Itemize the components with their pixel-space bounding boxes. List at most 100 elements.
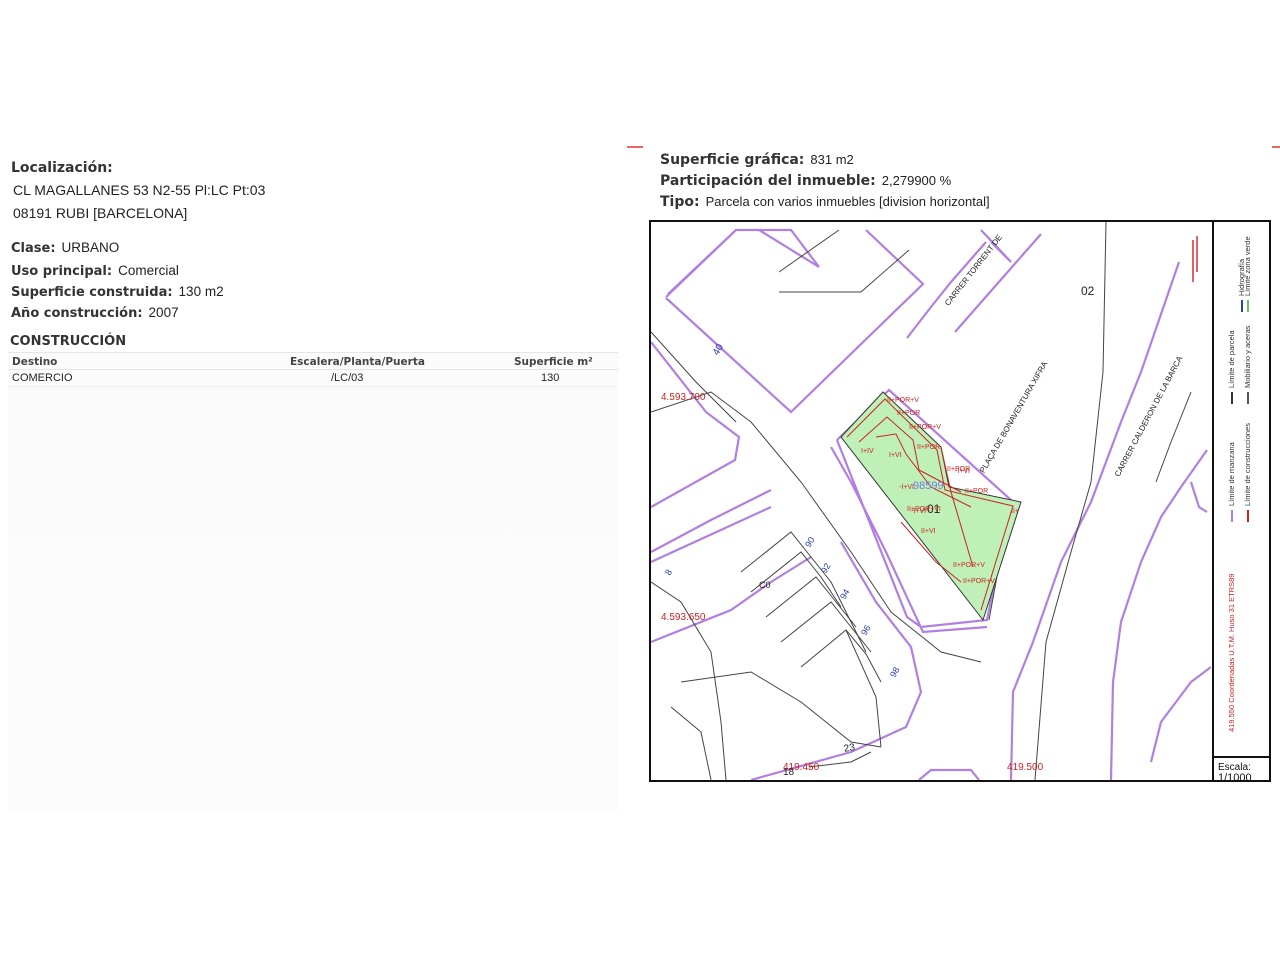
floor-label: I+VI	[889, 452, 902, 459]
floor-label: II+POR+V	[887, 397, 919, 404]
legend-swatch	[1246, 510, 1249, 522]
td-destino: COMERCIO	[12, 372, 73, 384]
legend-divider	[1212, 222, 1214, 780]
parcel-number: 23	[843, 742, 856, 755]
sup-grafica-row: Superficie gráfica: 831 m2	[660, 151, 854, 168]
clase-row: Clase: URBANO	[11, 240, 119, 256]
tipo-row: Tipo: Parcela con varios inmuebles [divis…	[660, 193, 990, 210]
legend-swatch	[1246, 300, 1249, 312]
cadastral-map[interactable]: CARRER TORRENT DE PLAÇA DE BONAVENTURA XI…	[649, 220, 1271, 784]
block-line	[1009, 261, 1181, 780]
parcel-line	[800, 629, 882, 683]
legend-item: Límite zona verde	[1243, 236, 1252, 312]
block-line	[651, 556, 812, 644]
floor-label: II+POR	[917, 444, 941, 451]
parcel-line	[779, 249, 910, 293]
coord-x2: 419.500	[1007, 762, 1044, 773]
parcel-number: 18	[783, 767, 795, 778]
floor-label: II+POR+V	[963, 578, 995, 585]
address-line-1: CL MAGALLANES 53 N2-55 Pl:LC Pt:03	[13, 182, 266, 198]
coord-utm: 419.550 Coordenadas U.T.M. Huso 31 ETRS8…	[1227, 573, 1236, 732]
floor-label: II+	[1011, 508, 1019, 515]
scale-box: Escala: 1/1000	[1214, 756, 1271, 784]
table-row-divider	[8, 386, 618, 387]
block-line	[651, 341, 741, 508]
floor-label: II+POR+V	[953, 562, 985, 569]
parcel-line	[680, 671, 882, 748]
block-line	[1149, 666, 1211, 763]
ano-label: Año construcción:	[11, 306, 143, 321]
parcel-ref: 98599	[913, 480, 944, 492]
coord-y2: 4.593.650	[661, 612, 706, 623]
superficie-value: 130 m2	[178, 284, 224, 299]
uso-label: Uso principal:	[11, 264, 113, 279]
participacion-label: Participación del inmueble:	[660, 173, 876, 189]
ano-row: Año construcción: 2007	[11, 305, 179, 321]
map-drawing	[651, 222, 1211, 780]
superficie-label: Superficie construida:	[11, 285, 173, 300]
hydro-marks	[1192, 236, 1198, 282]
floor-label: II+VI	[921, 528, 936, 535]
legend-label: Límite de manzana	[1227, 442, 1236, 506]
td-superficie: 130	[541, 372, 560, 384]
legend-label: Límite zona verde	[1243, 236, 1252, 296]
legend-label: Mobiliario y aceras	[1243, 325, 1252, 388]
parcel-number: 02	[1081, 284, 1095, 298]
corner-mark-right	[1272, 146, 1280, 148]
td-escalera: /LC/03	[331, 372, 364, 384]
coord-y1: 4.593.700	[661, 392, 706, 403]
floor-label: II+POR	[965, 488, 989, 495]
address-line-2: 08191 RUBI [BARCELONA]	[13, 205, 188, 221]
uso-value: Comercial	[118, 263, 179, 278]
floor-label: I+IV	[861, 448, 874, 455]
parcel-line	[778, 229, 840, 273]
superficie-row: Superficie construida: 130 m2	[11, 284, 224, 300]
uso-row: Uso principal: Comercial	[11, 263, 179, 279]
floor-label: -I+VI	[911, 508, 926, 515]
block-line	[667, 229, 737, 295]
legend-label: Límite de parcela	[1227, 330, 1236, 388]
block-line	[906, 241, 987, 339]
floor-label: II+POR	[897, 410, 921, 417]
legend-label: Límite de construcciones	[1243, 423, 1252, 506]
th-superficie: Superficie m²	[514, 356, 593, 368]
floor-label: -I+VI	[899, 484, 914, 491]
sup-grafica-value: 831 m2	[810, 152, 854, 167]
parcel-line	[1155, 391, 1192, 483]
table-divider	[8, 369, 618, 370]
block-line	[651, 506, 772, 563]
legend-swatch	[1246, 392, 1249, 404]
parcel-line	[670, 706, 712, 780]
participacion-value: 2,279900 %	[881, 173, 952, 188]
corner-mark-left	[627, 146, 643, 148]
legend-swatch	[1230, 510, 1233, 522]
block-line	[665, 228, 820, 298]
legend-swatch	[1230, 392, 1233, 404]
th-destino: Destino	[12, 356, 58, 368]
floor-label: -I+VI	[955, 468, 970, 475]
legend-item: Límite de manzana	[1227, 442, 1236, 522]
legend-item: Límite de construcciones	[1243, 423, 1252, 522]
ano-value: 2007	[148, 305, 179, 320]
participacion-row: Participación del inmueble: 2,279900 %	[660, 172, 951, 189]
parcel-line	[765, 576, 857, 628]
block-line	[665, 229, 925, 414]
legend-item: Mobiliario y aceras	[1243, 325, 1252, 404]
clase-value: URBANO	[61, 240, 120, 255]
th-escalera: Escalera/Planta/Puerta	[290, 356, 425, 368]
tipo-value: Parcela con varios inmuebles [division h…	[705, 194, 990, 209]
parcel-line	[1034, 222, 1107, 780]
clase-label: Clase:	[11, 241, 56, 256]
block-line	[651, 489, 772, 553]
construccion-title: CONSTRUCCIÓN	[10, 334, 127, 349]
floor-label: II+POR+V	[909, 424, 941, 431]
sup-grafica-label: Superficie gráfica:	[660, 152, 805, 168]
block-line	[918, 768, 980, 780]
block-line	[1189, 481, 1208, 513]
localizacion-label: Localización:	[11, 160, 113, 176]
scale-value: 1/1000	[1218, 772, 1252, 784]
legend-item: Límite de parcela	[1227, 330, 1236, 404]
parcel-number: C0	[759, 580, 771, 590]
tipo-label: Tipo:	[660, 194, 700, 210]
construccion-table: Destino Escalera/Planta/Puerta Superfici…	[8, 352, 618, 813]
